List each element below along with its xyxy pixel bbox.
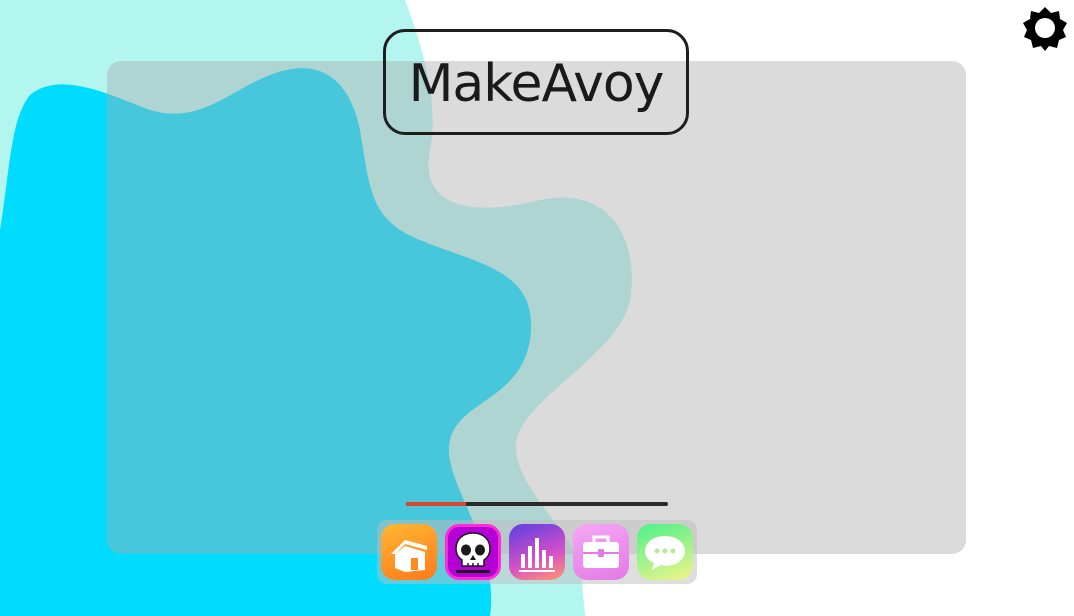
chat-app-button[interactable] [637, 524, 693, 580]
chat-bubble-icon [645, 536, 685, 570]
progress-bar [406, 502, 668, 506]
progress-fill [406, 502, 467, 506]
gear-icon[interactable] [1022, 5, 1068, 51]
chart-app-button[interactable] [509, 524, 565, 580]
app-dock [377, 520, 697, 584]
briefcase-app-button[interactable] [573, 524, 629, 580]
logo-box: MakeAvoy [383, 29, 689, 135]
home-icon [391, 540, 427, 572]
home-app-button[interactable] [381, 524, 437, 580]
logo-text: MakeAvoy [408, 54, 665, 114]
skull-icon [455, 532, 491, 573]
bar-chart-icon [519, 538, 555, 572]
briefcase-icon [583, 535, 619, 568]
skull-app-button[interactable] [445, 524, 501, 580]
